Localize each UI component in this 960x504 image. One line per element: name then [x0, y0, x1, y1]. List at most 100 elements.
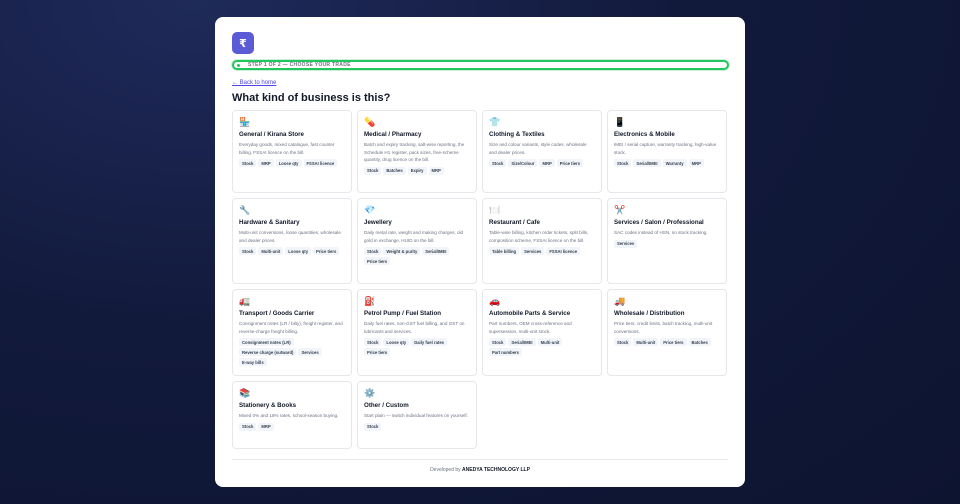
feature-tag: Serial/IMEI [508, 338, 536, 347]
business-tile-name: Hardware & Sanitary [239, 219, 300, 226]
business-tile-name: Jewellery [364, 219, 392, 226]
feature-tag: Services [614, 239, 638, 248]
business-tile-description: IMEI / serial capture, warranty tracking… [614, 142, 717, 155]
feature-tag: MRP [258, 422, 274, 431]
feature-tag: Price tiers [660, 338, 687, 347]
feature-tag: Price tiers [364, 348, 391, 357]
feature-tag: Stock [239, 422, 257, 431]
feature-tag: Loose qty [275, 159, 302, 168]
business-tile[interactable]: 💊 Medical / Pharmacy Batch and expiry trac… [357, 110, 477, 193]
feature-tag: FSSAI licence [303, 159, 338, 168]
step-label: STEP 1 OF 2 — CHOOSE YOUR TRADE [248, 62, 351, 68]
feature-tag: Services [521, 247, 545, 256]
business-tile-description: Daily metal rate, weight and making char… [364, 230, 464, 243]
feature-tag: Reverse charge (outward) [239, 348, 297, 357]
feature-tag: FSSAI licence [546, 247, 581, 256]
business-tile-description: Consignment notes (LR / bilty), freight … [239, 321, 343, 334]
feature-tags: Stock MRP [239, 422, 345, 431]
business-tile-description: Table-wise billing, kitchen order ticket… [489, 230, 589, 243]
feature-tag: Stock [489, 159, 507, 168]
feature-tags: Stock Multi-unit Loose qty Price tiers [239, 247, 345, 256]
mobile-icon: 📱 [614, 117, 626, 127]
feature-tags: Stock Serial/IMEI Warranty MRP [614, 159, 720, 168]
books-icon: 📚 [239, 388, 251, 398]
feature-tag: Multi-unit [633, 338, 659, 347]
feature-tag: Consignment notes (LR) [239, 338, 294, 347]
feature-tags: Stock Weight & purity Serial/IMEI Price tie… [364, 247, 470, 266]
business-tile-name: Electronics & Mobile [614, 131, 675, 138]
business-tile-name: Clothing & Textiles [489, 131, 545, 138]
business-tile-description: SAC codes instead of HSN, no stock track… [614, 230, 708, 235]
feature-tag: Expiry [407, 166, 427, 175]
feature-tag: Stock [239, 159, 257, 168]
business-tile-name: General / Kirana Store [239, 131, 304, 138]
feature-tag: Warranty [662, 159, 687, 168]
business-tile-name: Services / Salon / Professional [614, 219, 704, 226]
business-tile[interactable]: 📱 Electronics & Mobile IMEI / serial captu… [607, 110, 727, 193]
pill-icon: 💊 [364, 117, 376, 127]
business-tile-description: Start plain — switch individual features… [364, 413, 468, 418]
business-tile-name: Wholesale / Distribution [614, 310, 685, 317]
feature-tag: Stock [364, 166, 382, 175]
feature-tag: MRP [688, 159, 704, 168]
feature-tags: Stock Loose qty Daily fuel rates Price tier… [364, 338, 470, 357]
feature-tags: Table billing Services FSSAI licence [489, 247, 595, 256]
step-dot-icon [237, 63, 240, 67]
business-tile-name: Petrol Pump / Fuel Station [364, 310, 442, 317]
business-tile[interactable]: 🚛 Transport / Goods Carrier Consignment no… [232, 289, 352, 376]
business-tile-description: Batch and expiry tracking, salt-wise rep… [364, 142, 465, 163]
back-to-home-link[interactable]: ← Back to home [232, 80, 728, 86]
business-tile-name: Medical / Pharmacy [364, 131, 422, 138]
feature-tag: Stock [239, 247, 257, 256]
business-tile-description: Multi-unit conversions, loose quantities… [239, 230, 341, 243]
feature-tag: MRP [258, 159, 274, 168]
store-icon: 🏪 [239, 117, 251, 127]
feature-tag: Stock [489, 338, 507, 347]
business-tile-name: Stationery & Books [239, 402, 297, 409]
business-tile[interactable]: 🏪 General / Kirana Store Everyday goods, m… [232, 110, 352, 193]
business-tile[interactable]: 👕 Clothing & Textiles Size and colour vari… [482, 110, 602, 193]
business-tile[interactable]: ⛽ Petrol Pump / Fuel Station Daily fuel ra… [357, 289, 477, 376]
feature-tag: Batches [383, 166, 406, 175]
car-icon: 🚗 [489, 296, 501, 306]
feature-tags: Stock MRP Loose qty FSSAI licence [239, 159, 345, 168]
feature-tags: Stock Multi-unit Price tiers Batches [614, 338, 720, 347]
feature-tag: Stock [364, 247, 382, 256]
business-tile[interactable]: ⚙️ Other / Custom Start plain — switch ind… [357, 381, 477, 449]
feature-tag: E-way bills [239, 358, 267, 367]
rupee-logo-icon: ₹ [232, 32, 254, 54]
shirt-icon: 👕 [489, 117, 501, 127]
feature-tag: Part numbers [489, 348, 522, 357]
feature-tag: MRP [428, 166, 444, 175]
wrench-icon: 🔧 [239, 205, 251, 215]
feature-tag: Daily fuel rates [411, 338, 447, 347]
feature-tags: Stock Batches Expiry MRP [364, 166, 470, 175]
feature-tag: Price tiers [313, 247, 340, 256]
feature-tags: Stock [364, 422, 470, 431]
feature-tag: Weight & purity [383, 247, 421, 256]
business-tile[interactable]: 🔧 Hardware & Sanitary Multi-unit conversio… [232, 198, 352, 284]
feature-tag: Stock [364, 338, 382, 347]
business-tile-name: Restaurant / Cafe [489, 219, 540, 226]
business-tile-description: Everyday goods, mixed catalogue, fast co… [239, 142, 335, 155]
scissors-icon: ✂️ [614, 205, 626, 215]
feature-tags: Consignment notes (LR) Reverse charge (ou… [239, 338, 345, 367]
business-tile[interactable]: 📚 Stationery & Books Mixed 0% and 18% rate… [232, 381, 352, 449]
business-tile-name: Transport / Goods Carrier [239, 310, 315, 317]
feature-tags: Stock Serial/IMEI Multi-unit Part numbers [489, 338, 595, 357]
feature-tag: Serial/IMEI [633, 159, 661, 168]
feature-tag: Batches [688, 338, 711, 347]
gem-icon: 💎 [364, 205, 376, 215]
business-tile[interactable]: 💎 Jewellery Daily metal rate, weight and m… [357, 198, 477, 284]
footer: Developed by ANEDYA TECHNOLOGY LLP [232, 459, 728, 473]
feature-tag: Services [298, 348, 322, 357]
plate-icon: 🍽️ [489, 205, 501, 215]
footer-prefix: Developed by [430, 467, 461, 473]
business-tile[interactable]: 🚚 Wholesale / Distribution Price tiers, cr… [607, 289, 727, 376]
business-tile[interactable]: 🚗 Automobile Parts & Service Part numbers,… [482, 289, 602, 376]
business-tile-description: Mixed 0% and 18% rates, school-season bu… [239, 413, 339, 418]
feature-tag: Stock [614, 338, 632, 347]
business-tile[interactable]: ✂️ Services / Salon / Professional SAC cod… [607, 198, 727, 284]
business-tile[interactable]: 🍽️ Restaurant / Cafe Table-wise billing, k… [482, 198, 602, 284]
feature-tag: Price tiers [364, 257, 391, 266]
